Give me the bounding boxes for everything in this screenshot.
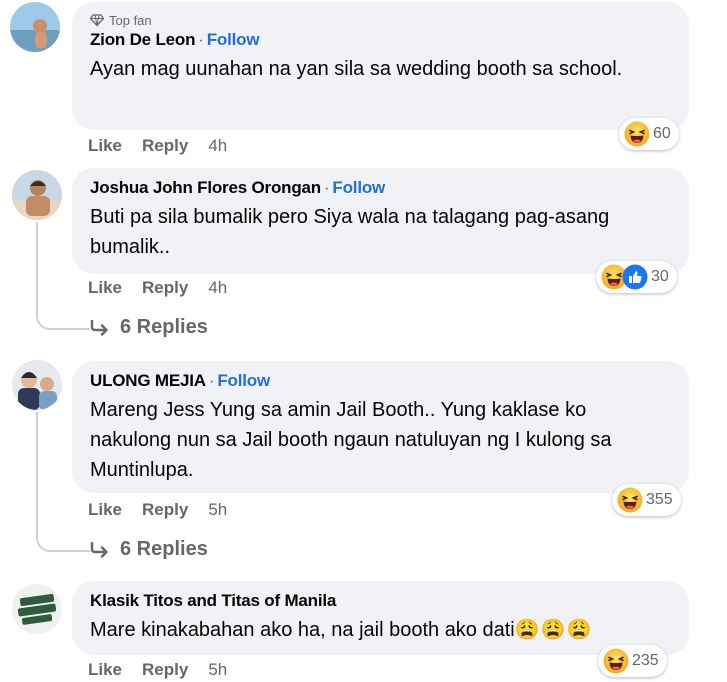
commenter-name[interactable]: Klasik Titos and Titas of Manila [90,591,336,610]
separator: · [323,178,330,197]
timestamp[interactable]: 4h [208,278,227,298]
separator: · [198,30,204,49]
haha-icon [603,648,629,674]
timestamp[interactable]: 4h [208,136,227,156]
commenter-name[interactable]: ULONG MEJIA [90,371,206,390]
comment-text: Mare kinakabahan ako ha, na jail booth a… [90,615,669,645]
comment-text: Mareng Jess Yung sa amin Jail Booth.. Yu… [90,399,612,481]
separator: · [208,371,215,390]
follow-link[interactable]: Follow [217,371,270,390]
comment-text-body: Mare kinakabahan ako ha, na jail booth a… [90,619,515,641]
reaction-count: 30 [651,268,669,285]
haha-icon [624,121,650,147]
view-replies-button[interactable]: 6 Replies [90,316,208,339]
follow-link[interactable]: Follow [332,178,385,197]
reaction-summary[interactable]: 30 [596,261,677,293]
reaction-summary[interactable]: 235 [598,645,667,677]
timestamp[interactable]: 5h [208,660,227,680]
like-icon [622,264,648,290]
replies-label: 6 Replies [120,316,208,338]
like-button[interactable]: Like [88,278,122,298]
comment-bubble: Klasik Titos and Titas of Manila Mare ki… [72,581,689,655]
avatar[interactable] [12,170,62,220]
comment-actions: Like Reply 5h [88,660,227,680]
comment-text: Buti pa sila bumalik pero Siya wala na t… [90,206,610,258]
reaction-count: 355 [646,491,673,508]
reply-arrow-icon [90,541,108,558]
reply-button[interactable]: Reply [142,136,188,156]
view-replies-button[interactable]: 6 Replies [90,538,208,561]
reaction-count: 235 [632,652,659,669]
reply-button[interactable]: Reply [142,660,188,680]
diamond-icon [90,14,104,27]
reply-arrow-icon [90,319,108,336]
reaction-summary[interactable]: 355 [612,484,681,516]
comment-actions: Like Reply 5h [88,500,227,520]
like-button[interactable]: Like [88,660,122,680]
comment-actions: Like Reply 4h [88,278,227,298]
like-button[interactable]: Like [88,500,122,520]
commenter-name[interactable]: Zion De Leon [90,30,195,49]
comment-actions: Like Reply 4h [88,136,227,156]
like-button[interactable]: Like [88,136,122,156]
reaction-count: 60 [653,125,671,142]
comment-bubble: ULONG MEJIA · Follow Mareng Jess Yung sa a… [72,361,689,493]
top-fan-label: Top fan [109,12,152,28]
reply-button[interactable]: Reply [142,278,188,298]
follow-link[interactable]: Follow [207,30,260,49]
comment-text: Ayan mag uunahan na yan sila sa wedding … [90,58,623,80]
reply-button[interactable]: Reply [142,500,188,520]
timestamp[interactable]: 5h [208,500,227,520]
comment-bubble: Top fan Zion De Leon · Follow Ayan mag uun… [72,2,689,130]
replies-label: 6 Replies [120,538,208,560]
reaction-summary[interactable]: 60 [619,118,679,150]
avatar[interactable] [12,584,62,634]
top-fan-badge: Top fan [90,12,669,28]
sad-emoji-icons: 😩😩😩 [514,619,593,641]
haha-icon [617,487,643,513]
commenter-name[interactable]: Joshua John Flores Orongan [90,178,321,197]
comment-bubble: Joshua John Flores Orongan · Follow Buti p… [72,168,689,274]
avatar[interactable] [10,2,60,52]
avatar[interactable] [12,360,62,410]
